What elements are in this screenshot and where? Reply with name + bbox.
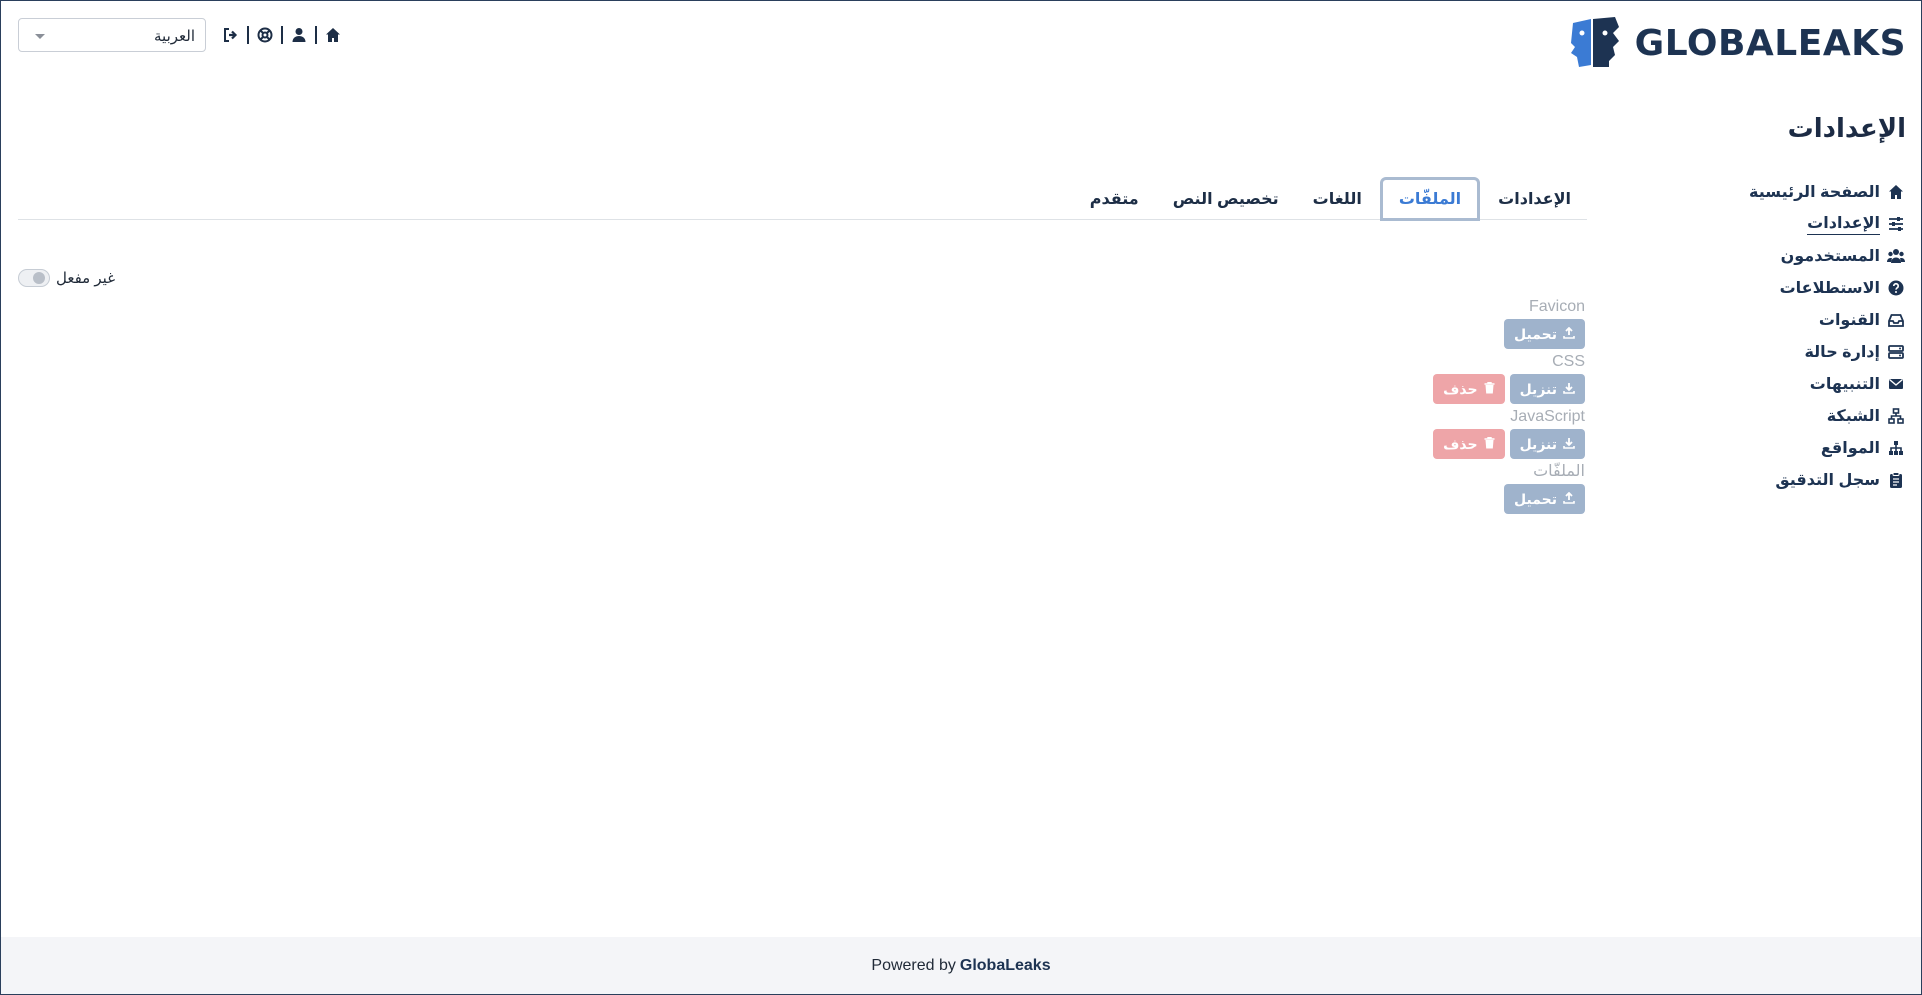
sidebar: الصفحة الرئيسية الإعدادات المستخدمون الا… — [1749, 176, 1906, 496]
file-label-files: الملفّات — [1533, 463, 1585, 480]
server-icon — [1886, 342, 1906, 362]
language-select[interactable]: العربية — [18, 18, 206, 52]
nav-separator — [315, 26, 317, 44]
support-icon[interactable] — [256, 26, 274, 44]
users-icon — [1886, 246, 1906, 266]
upload-icon — [1563, 491, 1575, 507]
toggle-knob — [33, 272, 45, 284]
download-button-label: تنزيل — [1519, 380, 1557, 397]
tab-settings[interactable]: الإعدادات — [1482, 179, 1587, 219]
file-actions-css: تنزيل حذف — [1433, 374, 1585, 404]
network-icon — [1886, 406, 1906, 426]
upload-button[interactable]: تحميل — [1504, 319, 1585, 349]
sidebar-item-questionnaires[interactable]: الاستطلاعات — [1749, 272, 1906, 304]
footer: Powered by GlobaLeaks — [1, 937, 1921, 994]
globaleaks-logo[interactable]: GLOBALEAKS — [1569, 17, 1906, 69]
sidebar-item-label: الشبكة — [1826, 408, 1880, 425]
download-button[interactable]: تنزيل — [1509, 374, 1585, 404]
sitemap-icon — [1886, 438, 1906, 458]
trash-icon — [1484, 436, 1495, 452]
clipboard-icon — [1886, 470, 1906, 490]
logout-icon[interactable] — [222, 26, 240, 44]
delete-button-label: حذف — [1443, 380, 1478, 397]
file-label-css: CSS — [1552, 353, 1585, 370]
sidebar-item-label: المستخدمون — [1780, 248, 1880, 265]
sidebar-item-network[interactable]: الشبكة — [1749, 400, 1906, 432]
envelope-icon — [1886, 374, 1906, 394]
sidebar-item-label: القنوات — [1818, 312, 1880, 329]
inbox-icon — [1886, 310, 1906, 330]
toggle-label: غير مفعل — [56, 270, 116, 287]
download-icon — [1563, 381, 1575, 397]
download-icon — [1563, 436, 1575, 452]
sidebar-item-label: المواقع — [1820, 440, 1880, 457]
sidebar-item-users[interactable]: المستخدمون — [1749, 240, 1906, 272]
tab-languages[interactable]: اللغات — [1297, 179, 1378, 219]
nav-separator — [281, 26, 283, 44]
upload-button-label: تحميل — [1514, 490, 1557, 507]
sidebar-item-audit-log[interactable]: سجل التدقيق — [1749, 464, 1906, 496]
download-button-label: تنزيل — [1519, 435, 1557, 452]
delete-button[interactable]: حذف — [1433, 429, 1505, 459]
download-button[interactable]: تنزيل — [1509, 429, 1585, 459]
upload-icon — [1563, 326, 1575, 342]
sliders-icon — [1886, 214, 1906, 234]
delete-button[interactable]: حذف — [1433, 374, 1505, 404]
sidebar-item-label: سجل التدقيق — [1775, 472, 1880, 489]
sidebar-item-sites[interactable]: المواقع — [1749, 432, 1906, 464]
chevron-down-icon — [35, 34, 45, 39]
trash-icon — [1484, 381, 1495, 397]
sidebar-item-settings[interactable]: الإعدادات — [1749, 208, 1906, 240]
sidebar-item-label: الاستطلاعات — [1779, 280, 1880, 297]
sidebar-item-case-management[interactable]: إدارة حالة — [1749, 336, 1906, 368]
file-actions-favicon: تحميل — [1433, 319, 1585, 349]
sidebar-item-label: التنبيهات — [1809, 376, 1880, 393]
nav-separator — [247, 26, 249, 44]
sidebar-item-label: إدارة حالة — [1804, 344, 1880, 361]
footer-brand-link[interactable]: GlobaLeaks — [960, 957, 1051, 975]
user-icon[interactable] — [290, 26, 308, 44]
sidebar-item-label: الصفحة الرئيسية — [1749, 184, 1880, 201]
home-icon[interactable] — [324, 26, 342, 44]
file-actions-javascript: تنزيل حذف — [1433, 429, 1585, 459]
enable-toggle-row: غير مفعل — [18, 269, 115, 287]
home-icon — [1886, 182, 1906, 202]
tab-advanced[interactable]: متقدم — [1074, 179, 1155, 219]
sidebar-item-home[interactable]: الصفحة الرئيسية — [1749, 176, 1906, 208]
language-select-value: العربية — [154, 28, 195, 45]
upload-button[interactable]: تحميل — [1504, 484, 1585, 514]
file-label-javascript: JavaScript — [1510, 408, 1585, 425]
upload-button-label: تحميل — [1514, 325, 1557, 342]
tab-files[interactable]: الملفّات — [1379, 177, 1481, 221]
file-actions-files: تحميل — [1433, 484, 1585, 514]
page-title: الإعدادات — [1787, 113, 1906, 143]
logo-text: GLOBALEAKS — [1634, 22, 1906, 64]
logo-icon — [1570, 17, 1619, 67]
settings-tabs: الإعدادات الملفّات اللغات تخصيص النص متق… — [18, 177, 1587, 221]
footer-prefix: Powered by — [871, 956, 956, 974]
file-list: Favicon تحميل CSS تنزيل حذف JavaScript ت… — [1433, 297, 1585, 517]
tab-text-customization[interactable]: تخصيص النص — [1157, 179, 1295, 219]
sidebar-item-channels[interactable]: القنوات — [1749, 304, 1906, 336]
enable-toggle[interactable] — [18, 269, 50, 287]
delete-button-label: حذف — [1443, 435, 1478, 452]
file-label-favicon: Favicon — [1528, 298, 1585, 315]
sidebar-item-label: الإعدادات — [1807, 213, 1880, 235]
top-nav-icons — [222, 26, 342, 44]
question-icon — [1886, 278, 1906, 298]
sidebar-item-notifications[interactable]: التنبيهات — [1749, 368, 1906, 400]
